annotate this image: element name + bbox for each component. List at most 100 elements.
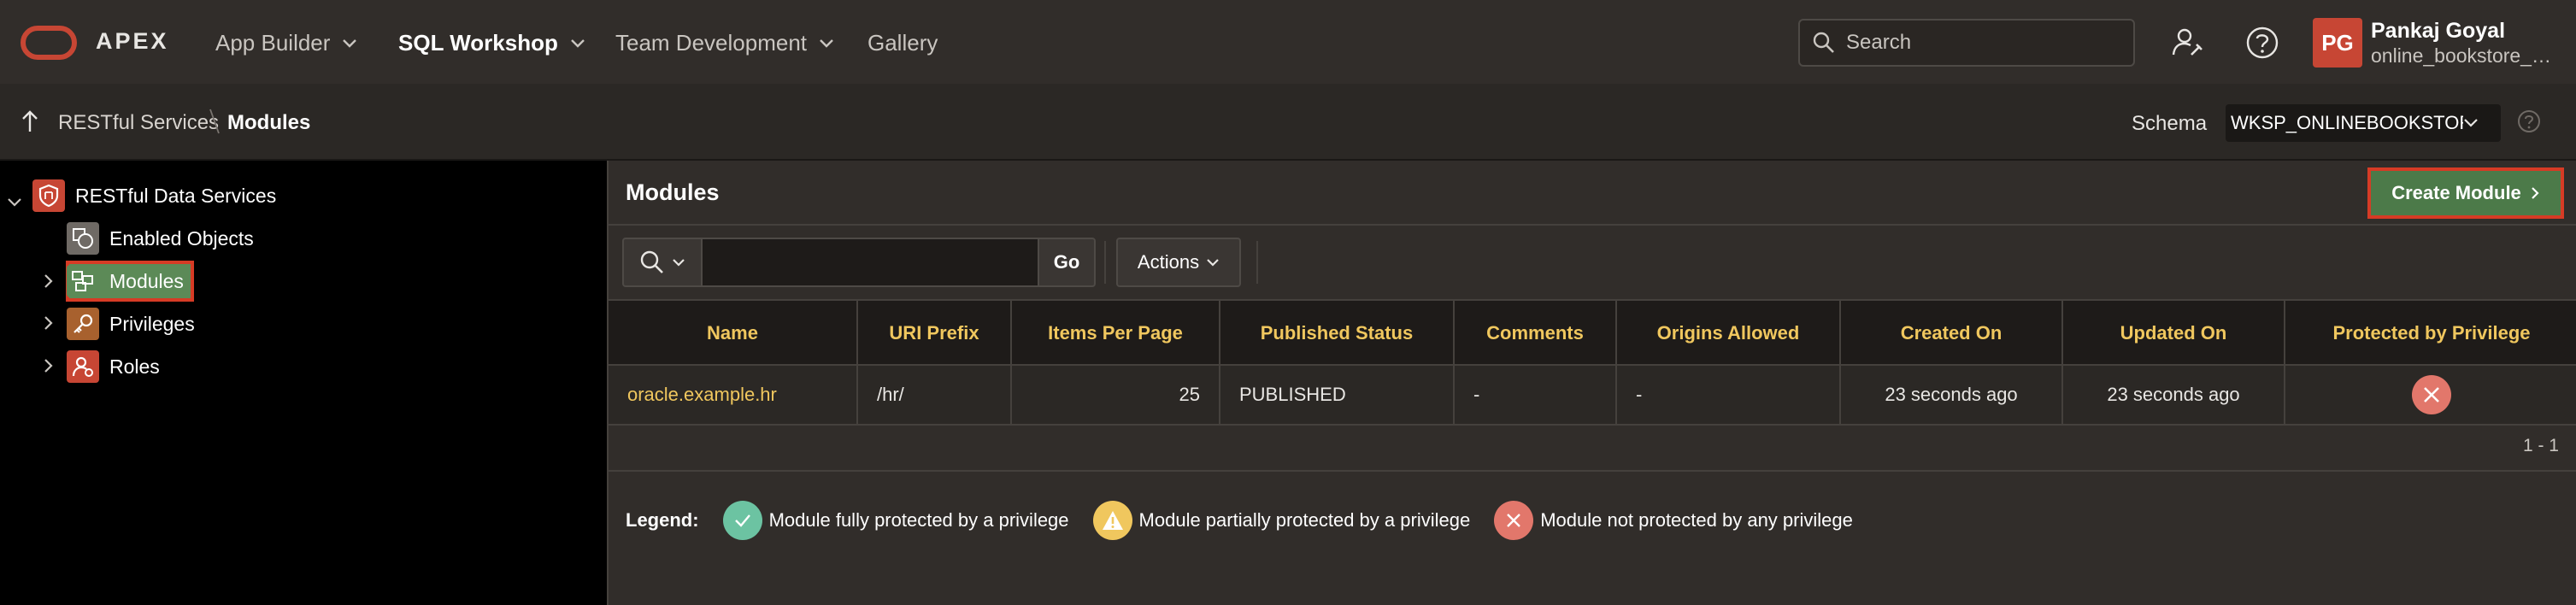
legend-title: Legend: [626, 509, 699, 531]
nav-sql-workshop-label: SQL Workshop [398, 30, 558, 56]
nav-app-builder[interactable]: App Builder [215, 30, 357, 56]
legend-item-label: Module partially protected by a privileg… [1138, 509, 1471, 531]
table-row: oracle.example.hr /hr/ 25 PUBLISHED - - … [609, 366, 2576, 426]
divider [1104, 241, 1106, 284]
divider [1256, 241, 1258, 284]
legend: Legend: Module fully protected by a priv… [626, 501, 1877, 540]
region-title: Modules [626, 179, 720, 205]
pagination-text: 1 - 1 [2522, 436, 2559, 455]
report-search-input[interactable] [701, 238, 1039, 287]
chevron-right-icon[interactable] [41, 273, 56, 289]
chevron-down-icon[interactable] [7, 195, 22, 210]
chevron-down-icon [343, 38, 357, 48]
warning-circle-icon [1092, 501, 1132, 540]
navigation-tree: RESTful Data Services Enabled Objects Mo… [0, 161, 607, 605]
user-workspace[interactable]: online_bookstore_a... [2371, 44, 2555, 68]
search-column-button[interactable] [622, 238, 703, 287]
chevron-down-icon [1207, 259, 1219, 267]
objects-icon [67, 222, 99, 255]
divider [609, 224, 2576, 226]
cell-uri-prefix: /hr/ [858, 366, 1012, 424]
search-icon [640, 250, 663, 273]
tree-item-label: Roles [109, 355, 160, 378]
nav-sql-workshop[interactable]: SQL Workshop [398, 30, 585, 56]
column-header-name[interactable]: Name [609, 301, 858, 366]
oracle-logo-icon[interactable] [21, 26, 77, 60]
user-tools-icon[interactable] [2171, 26, 2205, 60]
chevron-down-icon [570, 38, 585, 48]
column-header-origins-allowed[interactable]: Origins Allowed [1617, 301, 1841, 366]
cell-protected-by-privilege [2285, 366, 2576, 424]
create-module-label: Create Module [2391, 182, 2521, 203]
tree-item-restful-data-services[interactable]: RESTful Data Services [32, 179, 276, 212]
schema-label: Schema [2132, 112, 2208, 135]
nav-team-development-label: Team Development [615, 30, 807, 56]
chevron-down-icon [673, 259, 685, 267]
chevron-right-icon[interactable] [41, 358, 56, 373]
breadcrumb-restful-services[interactable]: RESTful Services [58, 111, 219, 135]
tree-item-enabled-objects[interactable]: Enabled Objects [67, 222, 254, 255]
cell-comments: - [1455, 366, 1617, 424]
help-icon[interactable] [2245, 26, 2279, 60]
cell-updated-on: 23 seconds ago [2063, 366, 2285, 424]
legend-item-fully-protected: Module fully protected by a privilege [722, 501, 1069, 540]
divider [609, 470, 2576, 472]
schema-select[interactable]: WKSP_ONLINEBOOKSTORE [2226, 104, 2501, 142]
legend-item-label: Module fully protected by a privilege [768, 509, 1069, 531]
column-header-uri-prefix[interactable]: URI Prefix [858, 301, 1012, 366]
user-role-icon [67, 350, 99, 383]
search-icon [1813, 32, 1834, 53]
cell-origins-allowed: - [1617, 366, 1841, 424]
avatar[interactable]: PG [2313, 18, 2362, 68]
cell-items-per-page: 25 [1012, 366, 1220, 424]
go-button[interactable]: Go [1038, 238, 1096, 287]
legend-item-not-protected: Module not protected by any privilege [1494, 501, 1853, 540]
breadcrumb-separator-icon [209, 109, 220, 134]
chevron-down-icon [2464, 119, 2478, 127]
x-circle-icon [2412, 375, 2451, 414]
tree-item-privileges[interactable]: Privileges [67, 308, 195, 340]
column-header-created-on[interactable]: Created On [1841, 301, 2063, 366]
legend-item-partially-protected: Module partially protected by a privileg… [1092, 501, 1471, 540]
column-header-updated-on[interactable]: Updated On [2063, 301, 2285, 366]
x-circle-icon [1494, 501, 1534, 540]
grid-header: Name URI Prefix Items Per Page Published… [609, 299, 2576, 366]
tree-item-roles[interactable]: Roles [67, 350, 160, 383]
app-brand[interactable]: APEX [96, 28, 169, 55]
global-search-input[interactable] [1846, 31, 2120, 55]
global-search[interactable] [1798, 19, 2135, 67]
actions-label: Actions [1137, 251, 1200, 273]
column-header-comments[interactable]: Comments [1455, 301, 1617, 366]
user-name[interactable]: Pankaj Goyal [2371, 19, 2505, 44]
breadcrumb: RESTful Services Modules Schema WKSP_ONL… [0, 84, 2576, 161]
chevron-right-icon [2532, 187, 2539, 199]
column-header-published-status[interactable]: Published Status [1220, 301, 1455, 366]
modules-icon [67, 265, 99, 297]
nav-team-development[interactable]: Team Development [615, 30, 834, 56]
top-header: APEX App Builder SQL Workshop Team Devel… [0, 0, 2576, 84]
breadcrumb-current: Modules [227, 111, 311, 134]
nav-gallery-label: Gallery [867, 30, 938, 56]
chevron-right-icon[interactable] [41, 315, 56, 331]
cell-module-name-link[interactable]: oracle.example.hr [609, 366, 858, 424]
tree-item-label: Enabled Objects [109, 226, 254, 250]
cell-created-on: 23 seconds ago [1841, 366, 2063, 424]
actions-button[interactable]: Actions [1116, 238, 1241, 287]
tree-item-modules[interactable]: Modules [67, 265, 184, 297]
column-header-items-per-page[interactable]: Items Per Page [1012, 301, 1220, 366]
nav-gallery[interactable]: Gallery [867, 30, 938, 56]
check-circle-icon [722, 501, 762, 540]
nav-app-builder-label: App Builder [215, 30, 331, 56]
cell-published-status: PUBLISHED [1220, 366, 1455, 424]
help-icon[interactable] [2516, 109, 2542, 134]
tree-item-label: RESTful Data Services [75, 184, 277, 207]
chevron-down-icon [820, 38, 833, 48]
arrow-up-icon[interactable] [19, 109, 41, 133]
tree-item-label: Privileges [109, 312, 195, 335]
schema-value: WKSP_ONLINEBOOKSTORE [2231, 112, 2463, 133]
tree-item-label: Modules [109, 269, 184, 292]
create-module-button[interactable]: Create Module [2367, 167, 2564, 219]
modules-region: Modules Create Module Go Actions Name UR… [607, 161, 2576, 605]
legend-item-label: Module not protected by any privilege [1540, 509, 1853, 531]
column-header-protected-by-privilege[interactable]: Protected by Privilege [2285, 301, 2576, 366]
